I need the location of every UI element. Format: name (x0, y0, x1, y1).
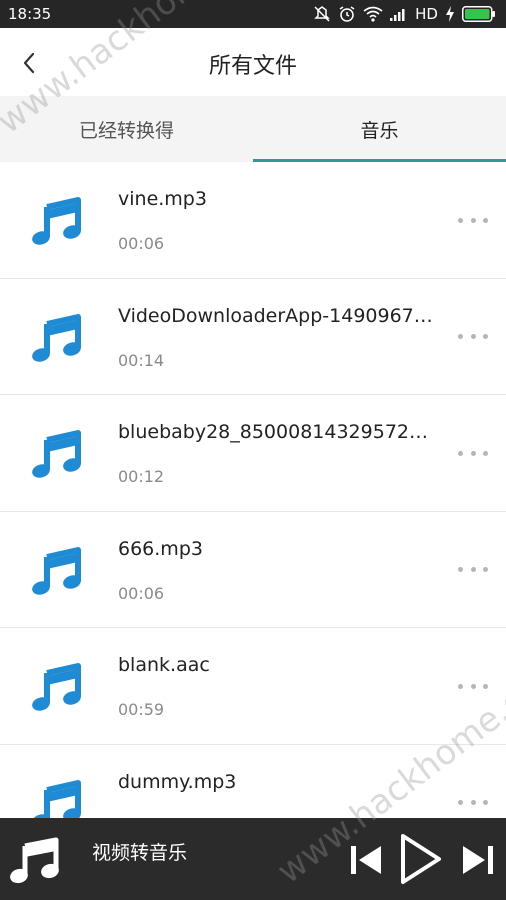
tab-bar: 已经转换得 音乐 (0, 96, 506, 162)
file-duration: 00:12 (118, 467, 165, 486)
tab-music[interactable]: 音乐 (253, 96, 506, 162)
more-options-button[interactable] (458, 210, 488, 230)
file-name: 666.mp3 (118, 537, 203, 560)
music-note-icon (32, 430, 81, 478)
mute-icon (314, 6, 330, 22)
more-options-button[interactable] (458, 560, 488, 580)
network-type-label: HD (415, 5, 438, 23)
music-note-icon (10, 837, 59, 884)
skip-next-icon[interactable] (460, 840, 496, 880)
more-options-button[interactable] (458, 327, 488, 347)
play-icon[interactable] (398, 832, 444, 886)
more-dots-icon (458, 217, 463, 223)
app-header: 所有文件 (0, 28, 506, 96)
signal-icon (390, 9, 405, 21)
file-duration: 00:14 (118, 350, 165, 370)
status-bar: 18:35 HD (0, 0, 506, 28)
list-item[interactable]: 666.mp3 00:06 (0, 512, 506, 628)
file-name: vine.mp3 (118, 188, 207, 210)
file-name: VideoDownloaderApp-1490967… (118, 304, 433, 327)
more-options-button[interactable] (458, 676, 488, 696)
music-note-icon (32, 197, 81, 245)
music-note-icon (32, 546, 81, 595)
file-name: dummy.mp3 (118, 770, 237, 793)
music-note-icon (32, 779, 81, 818)
more-dots-icon (458, 567, 463, 572)
more-dots-icon (458, 450, 463, 456)
status-time: 18:35 (8, 5, 52, 23)
tab-converted[interactable]: 已经转换得 (0, 96, 253, 162)
list-item[interactable]: bluebaby28_85000814329572… 00:12 (0, 395, 506, 512)
file-name: bluebaby28_85000814329572… (118, 421, 428, 443)
more-options-button[interactable] (458, 443, 488, 463)
more-dots-icon (458, 800, 463, 805)
player-bar: 视频转音乐 (0, 818, 506, 900)
battery-icon (462, 6, 495, 22)
file-list: vine.mp3 00:06 VideoDownloaderApp-149096… (0, 162, 506, 818)
music-note-icon (32, 663, 81, 711)
more-dots-icon (458, 334, 463, 339)
file-name: blank.aac (118, 654, 210, 676)
list-item[interactable]: dummy.mp3 (0, 745, 506, 818)
status-icons: HD (313, 5, 496, 23)
list-item[interactable]: vine.mp3 00:06 (0, 162, 506, 279)
player-title: 视频转音乐 (92, 842, 188, 864)
file-duration: 00:06 (118, 583, 165, 603)
wifi-icon (363, 6, 383, 22)
file-duration: 00:06 (118, 234, 165, 253)
page-title: 所有文件 (208, 54, 297, 79)
more-dots-icon (458, 683, 463, 689)
file-duration: 00:59 (118, 700, 165, 719)
music-note-icon (32, 313, 81, 362)
alarm-icon (339, 6, 355, 22)
charging-icon (446, 6, 454, 22)
skip-previous-icon[interactable] (348, 840, 384, 880)
list-item[interactable]: VideoDownloaderApp-1490967… 00:14 (0, 279, 506, 395)
more-options-button[interactable] (458, 793, 488, 813)
list-item[interactable]: blank.aac 00:59 (0, 628, 506, 745)
